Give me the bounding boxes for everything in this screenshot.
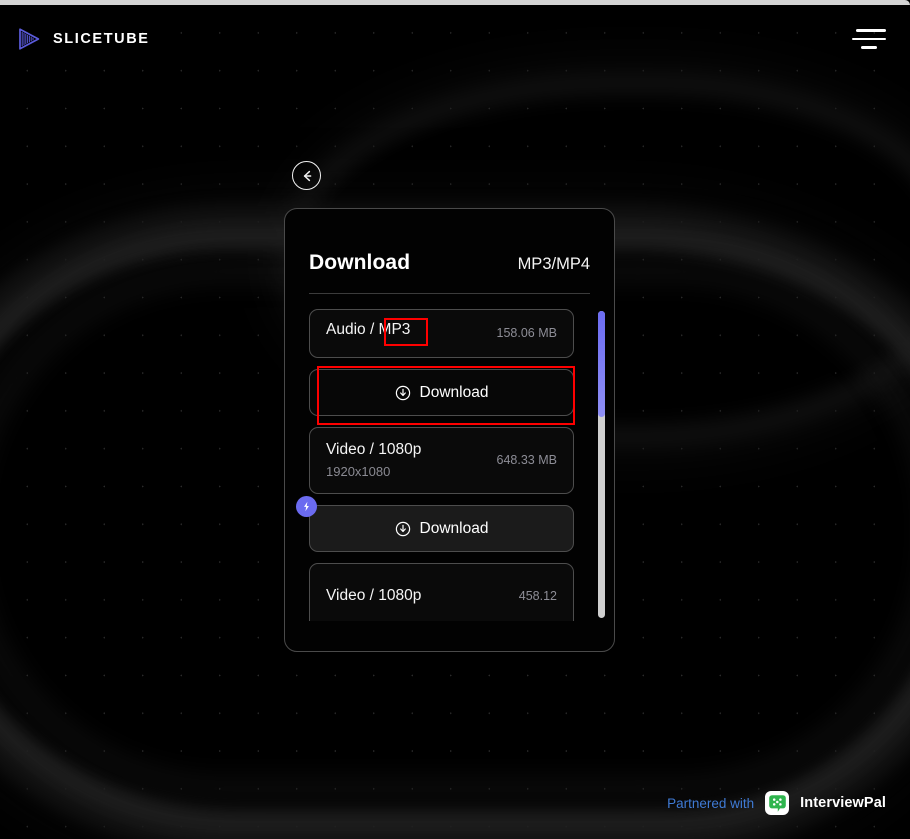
partner-name[interactable]: InterviewPal bbox=[800, 795, 886, 811]
format-row-size: 158.06 MB bbox=[496, 325, 557, 340]
format-row-video-1080p-a[interactable]: Video / 1080p 1920x1080 648.33 MB bbox=[309, 427, 574, 494]
download-button-audio[interactable]: Download bbox=[309, 369, 574, 416]
format-row-audio-mp3[interactable]: Audio / MP3 158.06 MB bbox=[309, 309, 574, 358]
lightning-bolt-badge[interactable] bbox=[296, 496, 317, 517]
format-row-text: Video / 1080p bbox=[326, 587, 422, 605]
brand-logo[interactable]: SLICETUBE bbox=[16, 26, 150, 52]
download-button-label: Download bbox=[419, 383, 489, 401]
download-button-label: Download bbox=[419, 519, 489, 537]
partner-footer: Partnered with InterviewPal bbox=[667, 791, 886, 815]
format-label: MP3/MP4 bbox=[517, 255, 590, 273]
play-triangle-striped-icon bbox=[19, 28, 40, 50]
format-row-video-1080p-b[interactable]: Video / 1080p 458.12 bbox=[309, 563, 574, 621]
format-row-text: Audio / MP3 bbox=[326, 321, 411, 338]
format-list: Audio / MP3 158.06 MB Download Video / 1… bbox=[296, 309, 590, 621]
download-button-video[interactable]: Download bbox=[296, 496, 574, 552]
site-header: SLICETUBE bbox=[0, 5, 910, 73]
list-scrollbar-thumb[interactable] bbox=[598, 311, 605, 417]
download-card: Download MP3/MP4 Audio / MP3 158.06 MB D… bbox=[284, 208, 615, 652]
back-button[interactable] bbox=[292, 161, 321, 190]
format-row-name: Video / 1080p bbox=[326, 441, 422, 459]
card-header: Download MP3/MP4 bbox=[285, 209, 614, 275]
browser-window-edge bbox=[0, 0, 910, 5]
download-circle-icon bbox=[395, 385, 410, 400]
format-row-size: 648.33 MB bbox=[496, 452, 557, 467]
chat-bubble-dots-glyph bbox=[768, 794, 786, 812]
hamburger-menu-icon[interactable] bbox=[852, 28, 886, 50]
app-root: SLICETUBE Download MP3/MP4 Audio / MP3 1… bbox=[0, 0, 910, 839]
list-scrollbar-track[interactable] bbox=[598, 311, 605, 618]
format-row-name: Audio / MP3 bbox=[326, 321, 411, 338]
format-row-text: Video / 1080p 1920x1080 bbox=[326, 441, 422, 479]
header-divider bbox=[309, 293, 590, 294]
format-list-scroll-area: Audio / MP3 158.06 MB Download Video / 1… bbox=[285, 309, 614, 621]
brand-name: SLICETUBE bbox=[53, 31, 150, 47]
format-row-name: Video / 1080p bbox=[326, 587, 422, 605]
green-chat-bubble-dots-icon[interactable] bbox=[765, 791, 790, 815]
hamburger-line-1 bbox=[856, 29, 886, 32]
download-circle-icon bbox=[395, 521, 410, 536]
format-row-size: 458.12 bbox=[518, 588, 557, 603]
format-row-resolution: 1920x1080 bbox=[326, 463, 391, 479]
partnered-with-label: Partnered with bbox=[667, 795, 755, 811]
page-title: Download bbox=[309, 251, 411, 274]
arrow-left-icon bbox=[303, 170, 311, 181]
hamburger-line-3 bbox=[861, 46, 877, 49]
hamburger-line-2 bbox=[852, 37, 886, 41]
lightning-bolt-icon bbox=[304, 501, 309, 512]
